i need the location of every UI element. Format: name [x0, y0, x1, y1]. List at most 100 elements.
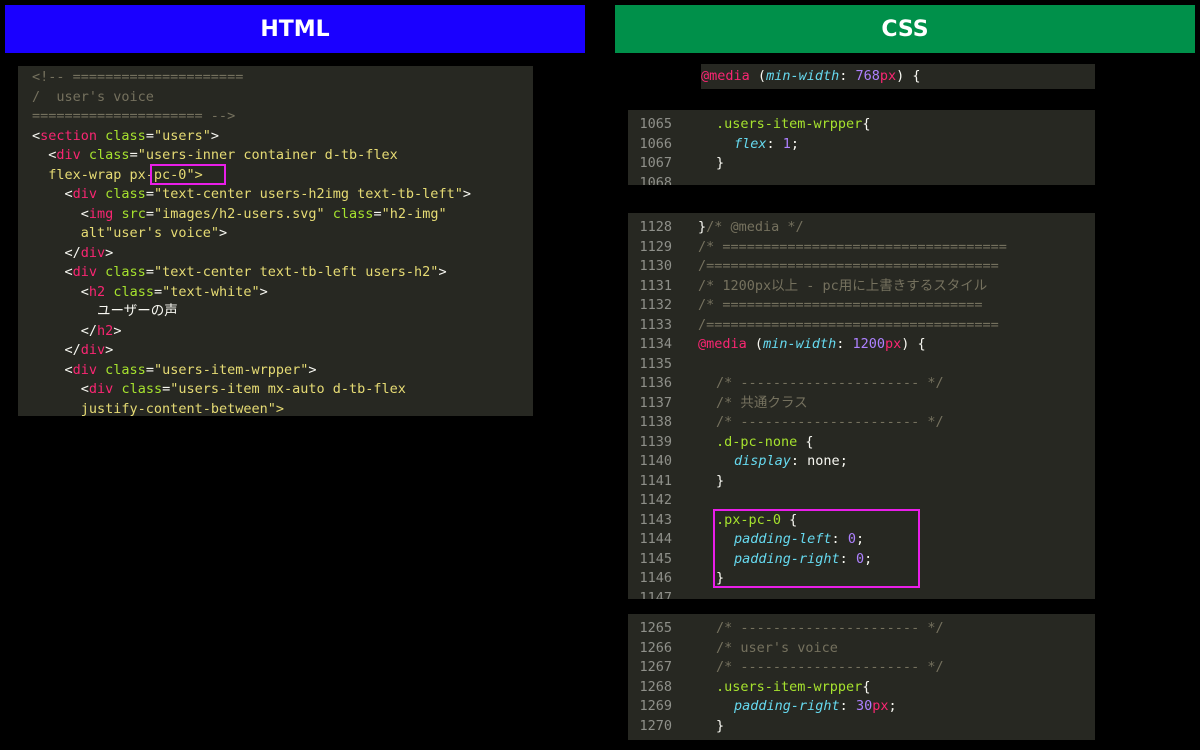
code-line: alt"user's voice">	[80, 225, 228, 241]
css-code-line: 1268 .users-item-wrpper{	[628, 678, 1095, 698]
code-text: .px-pc-0 {	[716, 511, 798, 528]
line-number: 1265	[639, 620, 672, 636]
code-text: .users-item-wrpper{	[716, 116, 871, 132]
code-line: <!-- =====================	[32, 69, 244, 85]
css-code-line: 1131 /* 1200px以上 - pc用に上書きするスタイル	[628, 277, 1095, 297]
line-number: 1146	[639, 570, 672, 586]
code-text: .d-pc-none {	[716, 433, 814, 450]
line-number: 1128	[639, 219, 672, 235]
css-code-line: 1270}	[628, 717, 1095, 737]
line-number: 1269	[639, 698, 672, 714]
line-number: 1141	[639, 472, 672, 489]
css-code-line: 1144 padding-left: 0;	[628, 530, 1095, 550]
code-line: <div class="users-inner container d-tb-f…	[48, 147, 398, 163]
line-number: 1130	[639, 258, 672, 274]
line-number: 1139	[639, 433, 672, 450]
css-code-line: 1066 flex: 1;	[628, 135, 1095, 155]
line-number: 1068	[639, 174, 672, 186]
css-code-line: 1140 display: none;	[628, 452, 1095, 472]
css-code-line: 1141}	[628, 472, 1095, 492]
line-number: 1067	[639, 155, 672, 171]
html-header: HTML	[5, 5, 585, 53]
css-code-line: 1138 /* ---------------------- */	[628, 413, 1095, 433]
line-number: 1143	[639, 511, 672, 528]
css-code-line: 1266 /* user's voice	[628, 639, 1095, 659]
css-code-line: 1134 @media (min-width: 1200px) {	[628, 335, 1095, 355]
line-number: 1134	[639, 336, 672, 352]
code-text: /* ---------------------- */	[716, 620, 944, 636]
code-line: ユーザーの声	[32, 303, 178, 319]
line-number: 1270	[639, 717, 672, 734]
line-number: 1268	[639, 678, 672, 695]
line-number: 1066	[639, 135, 672, 152]
css-code-line: 1142	[628, 491, 1095, 511]
line-number: 1137	[639, 394, 672, 411]
code-line: flex-wrap px-pc-0">	[48, 166, 203, 183]
css-code-line: 1135	[628, 355, 1095, 375]
code-text: padding-right: 0;	[734, 550, 873, 567]
code-text: @media (min-width: 1200px) {	[698, 336, 926, 352]
code-text: /* 共通クラス	[716, 394, 808, 411]
line-number: 1132	[639, 297, 672, 313]
code-text: /* ---------------------- */	[716, 375, 944, 391]
code-line: ===================== -->	[32, 108, 236, 124]
css-code-line: 1137 /* 共通クラス	[628, 394, 1095, 414]
css-code-line: 1139 .d-pc-none {	[628, 433, 1095, 453]
code-line: <div class="text-center users-h2img text…	[64, 186, 471, 202]
line-number: 1065	[639, 116, 672, 132]
line-number: 1135	[639, 355, 672, 372]
code-line: <div class="text-center text-tb-left use…	[64, 264, 447, 280]
css-code-line: 1265 /* ---------------------- */	[628, 619, 1095, 639]
css-code-line: 1068	[628, 174, 1095, 186]
line-number: 1266	[639, 639, 672, 656]
code-text: /* ---------------------- */	[716, 659, 944, 675]
code-text: display: none;	[734, 453, 848, 469]
css-header: CSS	[615, 5, 1195, 53]
code-text: /* ================================	[698, 297, 983, 313]
line-number: 1144	[639, 531, 672, 547]
code-text: }/* @media */	[698, 219, 804, 235]
code-text: /====================================	[698, 258, 999, 274]
code-text: padding-left: 0;	[734, 531, 865, 547]
code-text: flex: 1;	[734, 135, 800, 152]
code-text: /====================================	[698, 316, 999, 333]
code-line: <h2 class="text-white">	[80, 283, 268, 300]
css-code-line: 1136 /* ---------------------- */	[628, 374, 1095, 394]
code-line: justify-content-between">	[80, 400, 284, 417]
code-text: }	[716, 570, 725, 586]
css-code-line: 1130 /===================================…	[628, 257, 1095, 277]
code-line: </h2>	[80, 322, 122, 339]
code-text: /* 1200px以上 - pc用に上書きするスタイル	[698, 277, 988, 294]
line-number: 1145	[639, 550, 672, 567]
line-number: 1142	[639, 492, 672, 508]
css-code-line: 1145 padding-right: 0;	[628, 550, 1095, 570]
css-code-line: 1067}	[628, 154, 1095, 174]
code-text: }	[716, 472, 725, 489]
line-number: 1133	[639, 316, 672, 333]
code-line: / user's voice	[32, 88, 154, 105]
code-text: .users-item-wrpper{	[716, 678, 871, 695]
css-code-line: 1267 /* ---------------------- */	[628, 658, 1095, 678]
css-code-line: 1143 .px-pc-0 {	[628, 511, 1095, 531]
code-line: <div class="users-item mx-auto d-tb-flex	[80, 381, 406, 397]
line-number: 1129	[639, 238, 672, 255]
css-media-768-panel: @media (min-width: 768px) {	[701, 64, 1095, 89]
code-line: </div>	[64, 244, 114, 261]
html-code-panel: <!-- ===================== / user's voic…	[18, 66, 533, 416]
css-block-2: 1128 }/* @media */ 1129 /* ================…	[628, 213, 1095, 599]
css-code-line: 1132 /* ================================	[628, 296, 1095, 316]
line-number: 1147	[639, 589, 672, 600]
code-text: /* user's voice	[716, 639, 838, 656]
code-text: /* ---------------------- */	[716, 414, 944, 430]
code-text: }	[716, 717, 725, 734]
code-text: /* ===================================	[698, 238, 1007, 255]
line-number: 1131	[639, 277, 672, 294]
css-code-line: 1269 padding-right: 30px;	[628, 697, 1095, 717]
css-code-line: 1065 .users-item-wrpper{	[628, 115, 1095, 135]
css-block-1: 1065 .users-item-wrpper{ 1066 flex: 1; 1067}…	[628, 110, 1095, 185]
css-media-768: @media (min-width: 768px) {	[701, 68, 921, 84]
css-block-3: 1265 /* ---------------------- */ 1266 /* u…	[628, 614, 1095, 740]
css-code-line: 1129 /* =================================…	[628, 238, 1095, 258]
css-code-line: 1147	[628, 589, 1095, 600]
code-line: <img src="images/h2-users.svg" class="h2…	[80, 205, 447, 222]
